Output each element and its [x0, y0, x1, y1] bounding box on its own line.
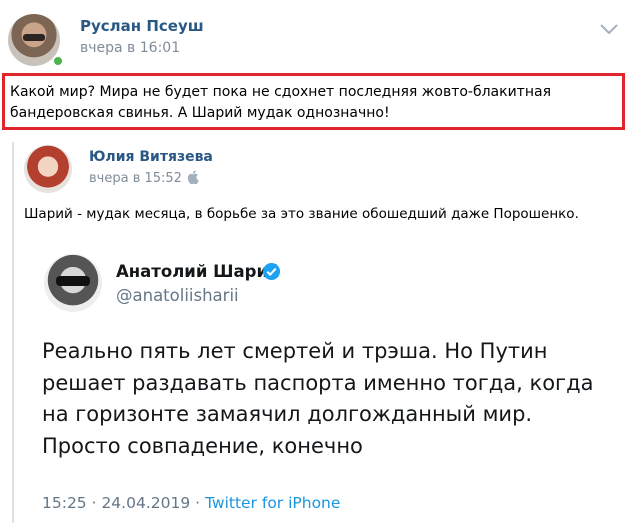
apple-icon [187, 170, 199, 184]
repost-divider [12, 142, 14, 523]
post-text: Какой мир? Мира не будет пока не сдохнет… [10, 84, 551, 121]
post-author-name[interactable]: Руслан Псеуш [80, 17, 204, 35]
tweet-text: Реально пять лет смертей и трэша. Но Пут… [42, 339, 594, 458]
tweet-handle: @anatoliisharii [116, 286, 239, 305]
repost-author-name[interactable]: Юлия Витязева [89, 149, 213, 165]
tweet-author-name: Анатолий Шарий [116, 262, 280, 281]
post-header: Руслан Псеуш вчера в 16:01 [0, 0, 629, 70]
avatar-glasses [56, 276, 90, 286]
avatar-glasses [23, 34, 45, 41]
repost-timestamp[interactable]: вчера в 15:52 [89, 171, 182, 186]
tweet-meta: 15:25 · 24.04.2019 · Twitter for iPhone [42, 494, 340, 512]
repost-author-avatar[interactable] [24, 145, 72, 193]
verified-badge-icon [262, 262, 281, 281]
tweet-author-avatar [44, 254, 102, 312]
post-timestamp[interactable]: вчера в 16:01 [80, 40, 180, 56]
tweet-datetime: 15:25 · 24.04.2019 · [42, 494, 205, 512]
repost-text: Шарий - мудак месяца, в борьбе за это зв… [24, 206, 579, 222]
tweet-source-link[interactable]: Twitter for iPhone [205, 494, 340, 512]
chevron-down-icon[interactable] [598, 22, 620, 36]
online-status-icon [52, 55, 64, 67]
